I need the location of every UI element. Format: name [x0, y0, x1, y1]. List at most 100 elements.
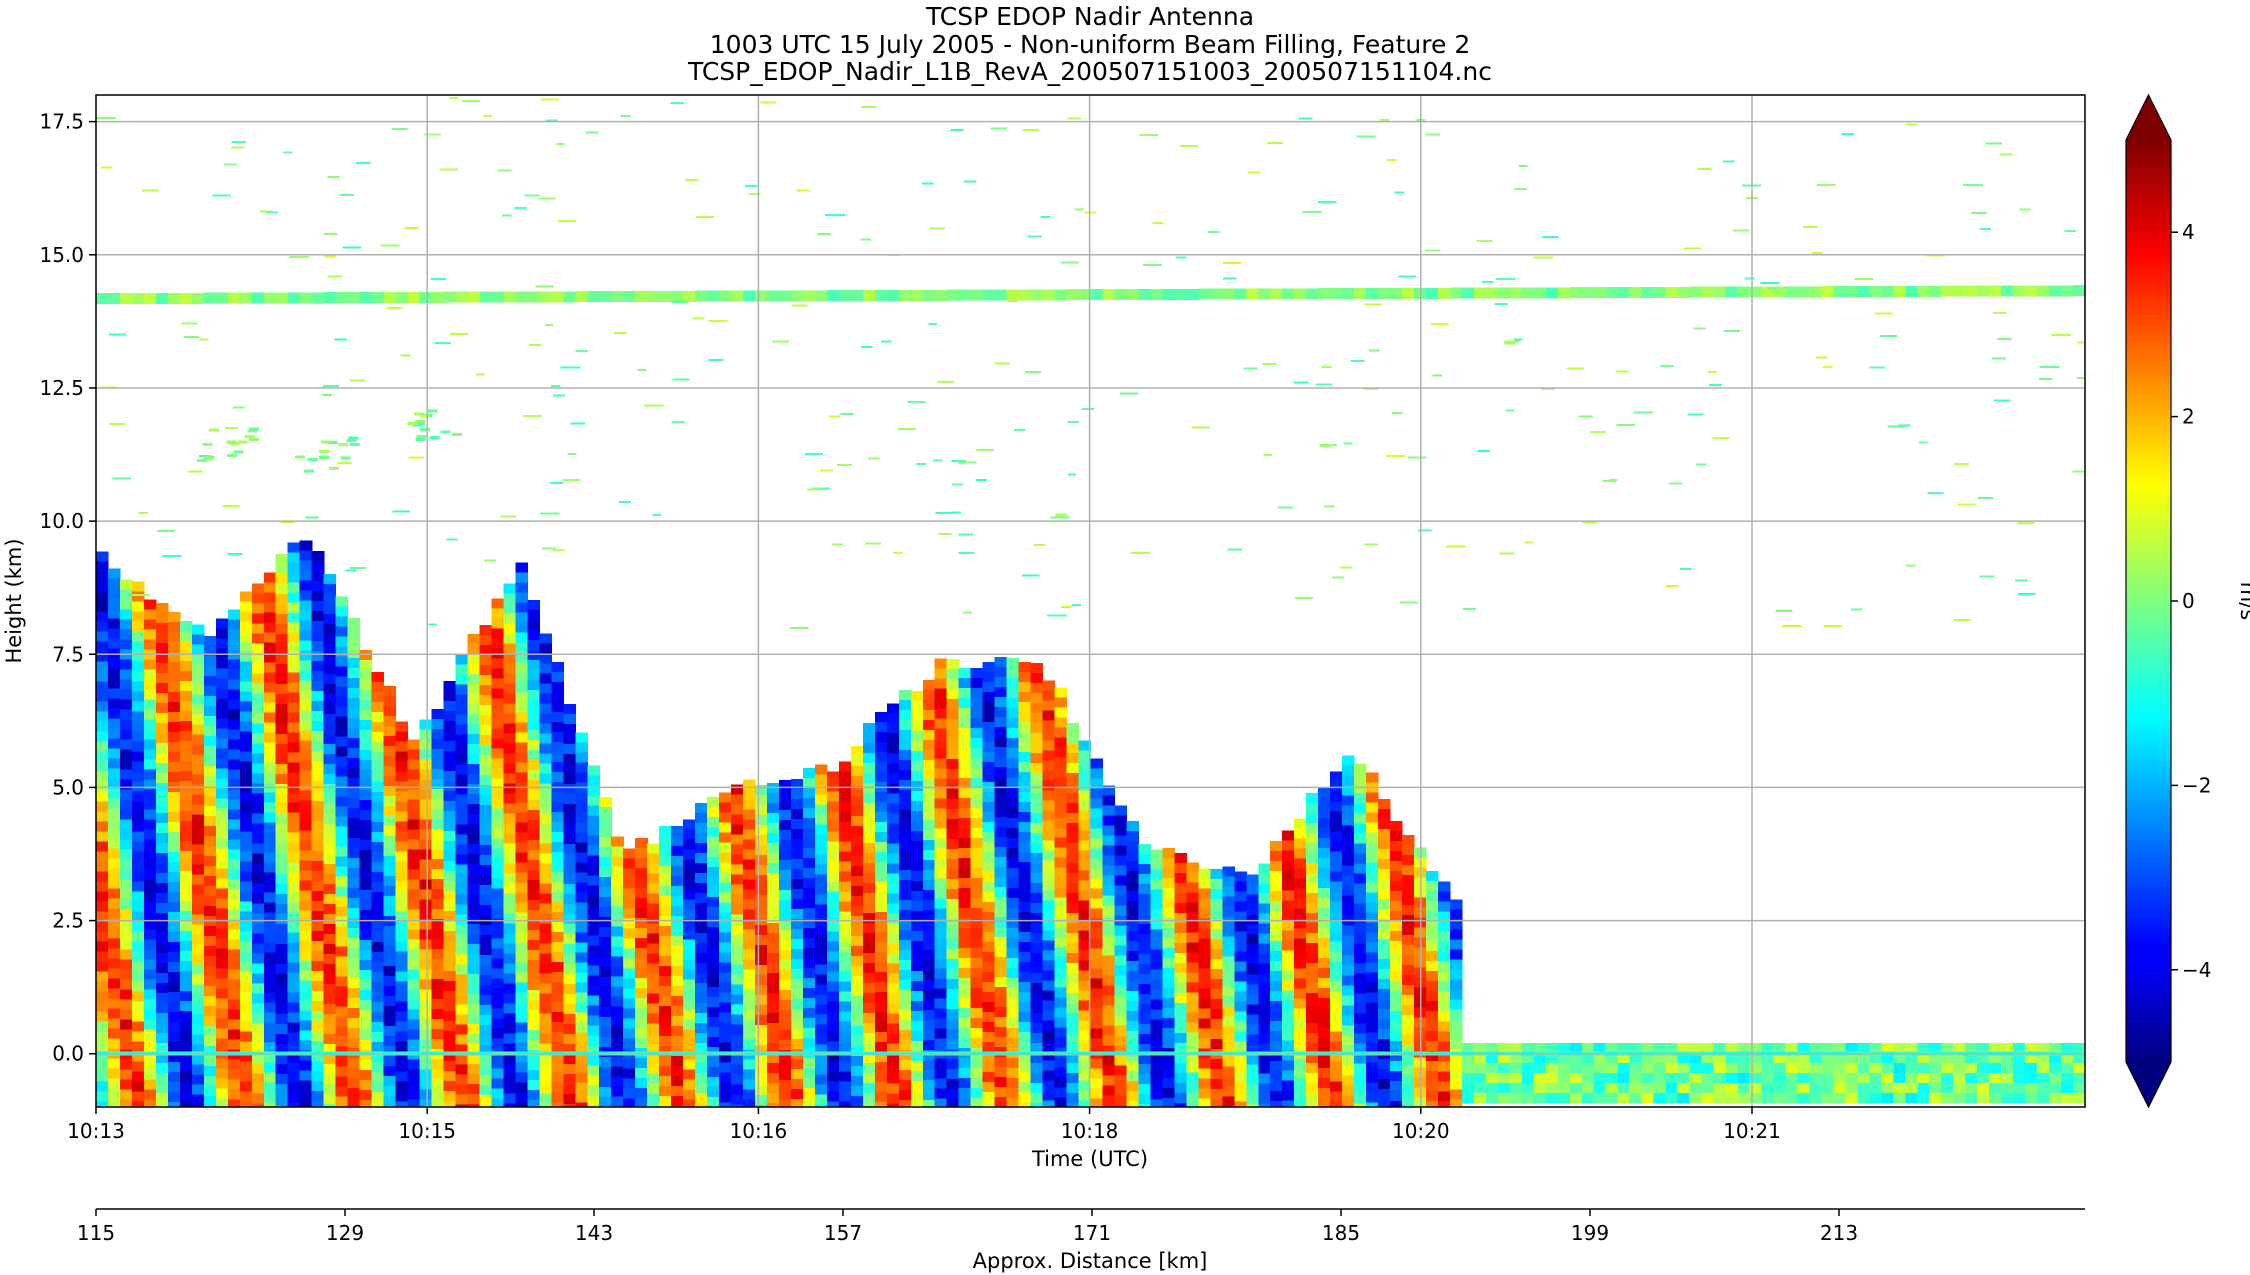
- heatmap-cell: [838, 861, 852, 873]
- heatmap-cell: [167, 992, 181, 1003]
- heatmap-cell: [491, 948, 504, 959]
- heatmap-cell: [1066, 923, 1080, 934]
- heatmap-cell: [455, 964, 469, 976]
- heatmap-cell: [167, 892, 181, 903]
- heatmap-cell: [395, 791, 409, 802]
- heatmap-cell: [96, 821, 109, 832]
- heatmap-cell: [167, 762, 181, 773]
- heatmap-cell: [970, 767, 984, 779]
- heatmap-cell: [1366, 1022, 1379, 1034]
- heatmap-cell: [1030, 822, 1044, 834]
- heatmap-cell: [227, 769, 241, 781]
- heatmap-cell: [203, 706, 217, 717]
- heatmap-cell: [239, 681, 253, 693]
- heatmap-cell: [1737, 1063, 1751, 1074]
- heatmap-cell: [1737, 1093, 1751, 1104]
- heatmap-cell: [395, 1041, 409, 1052]
- tropopause-layer-cell: [743, 290, 756, 302]
- heatmap-cell: [1342, 805, 1355, 817]
- heatmap-cell: [335, 736, 349, 747]
- heatmap-cell: [743, 879, 756, 891]
- heatmap-cell: [587, 1015, 600, 1027]
- heatmap-cell: [874, 791, 888, 803]
- heatmap-cell: [1330, 1081, 1343, 1093]
- heatmap-cell: [251, 833, 265, 844]
- heatmap-cell: [934, 1018, 948, 1029]
- heatmap-cell: [1437, 971, 1451, 983]
- heatmap-cell: [946, 668, 960, 680]
- heatmap-cell: [359, 950, 373, 961]
- heatmap-cell: [1006, 1017, 1020, 1029]
- tropopause-layer-cell: [1042, 289, 1056, 301]
- heatmap-cell: [179, 790, 193, 802]
- heatmap-cell: [323, 794, 337, 805]
- heatmap-cell: [1677, 1083, 1691, 1094]
- heatmap-cell: [886, 833, 900, 845]
- heatmap-cell: [1054, 887, 1068, 899]
- heatmap-cell: [766, 913, 780, 924]
- heatmap-cell: [455, 734, 469, 746]
- heatmap-cell: [1701, 1063, 1715, 1074]
- heatmap-cell: [503, 733, 516, 745]
- heatmap-cell: [539, 743, 552, 755]
- heatmap-cell: [1294, 898, 1307, 909]
- heatmap-cell: [1054, 1007, 1068, 1019]
- heatmap-cell: [587, 1035, 600, 1047]
- heatmap-cell: [778, 1039, 792, 1051]
- heatmap-cell: [934, 948, 948, 959]
- heatmap-cell: [143, 749, 157, 760]
- heatmap-cell: [1306, 943, 1319, 954]
- heatmap-cell: [527, 700, 540, 711]
- heatmap-cell: [359, 1090, 373, 1101]
- heatmap-cell: [1330, 1061, 1343, 1073]
- heatmap-cell: [1665, 1093, 1679, 1104]
- heatmap-cell: [814, 904, 828, 915]
- heatmap-cell: [802, 798, 816, 809]
- heatmap-cell: [970, 967, 984, 979]
- heatmap-cell: [958, 947, 972, 959]
- title-line-2: 1003 UTC 15 July 2005 - Non-uniform Beam…: [710, 30, 1470, 59]
- heatmap-cell: [707, 1076, 720, 1088]
- heatmap-cell: [131, 991, 145, 1003]
- heatmap-cell: [635, 927, 648, 939]
- heatmap-cell: [407, 759, 421, 771]
- heatmap-cell: [886, 733, 900, 745]
- heatmap-cell: [683, 969, 696, 981]
- heatmap-cell: [755, 1035, 768, 1046]
- heatmap-cell: [251, 1023, 265, 1034]
- heatmap-cell: [982, 882, 996, 893]
- heatmap-cell: [275, 594, 289, 605]
- heatmap-cell: [1030, 722, 1044, 734]
- heatmap-cell: [838, 1091, 852, 1103]
- heatmap-cell: [551, 661, 564, 673]
- heatmap-cell: [335, 756, 349, 767]
- heatmap-cell: [239, 1041, 253, 1053]
- heatmap-cell: [1198, 1068, 1211, 1079]
- heatmap-cell: [587, 1005, 600, 1017]
- heatmap-cell: [946, 988, 960, 1000]
- heatmap-cell: [563, 833, 576, 845]
- heatmap-cell: [119, 789, 133, 800]
- heatmap-cell: [1162, 858, 1175, 869]
- heatmap-cell: [1282, 910, 1295, 922]
- heatmap-cell: [683, 899, 696, 911]
- heatmap-cell: [407, 779, 421, 791]
- heatmap-cell: [371, 1092, 385, 1103]
- heatmap-cell: [1126, 841, 1140, 852]
- heatmap-cell: [1174, 1103, 1187, 1107]
- tropopause-layer-cell: [239, 292, 253, 304]
- heatmap-cell: [503, 773, 516, 785]
- heatmap-cell: [227, 669, 241, 681]
- heatmap-cell: [1150, 899, 1163, 911]
- heatmap-cell: [203, 656, 217, 667]
- heatmap-cell: [179, 800, 193, 812]
- heatmap-cell: [191, 854, 205, 866]
- heatmap-cell: [1354, 883, 1367, 895]
- heatmap-cell: [1018, 821, 1032, 833]
- heatmap-cell: [1294, 868, 1307, 879]
- heatmap-cell: [1402, 864, 1415, 876]
- heatmap-cell: [143, 1089, 157, 1100]
- heatmap-cell: [910, 881, 924, 892]
- heatmap-cell: [311, 560, 325, 572]
- heatmap-cell: [1042, 820, 1056, 832]
